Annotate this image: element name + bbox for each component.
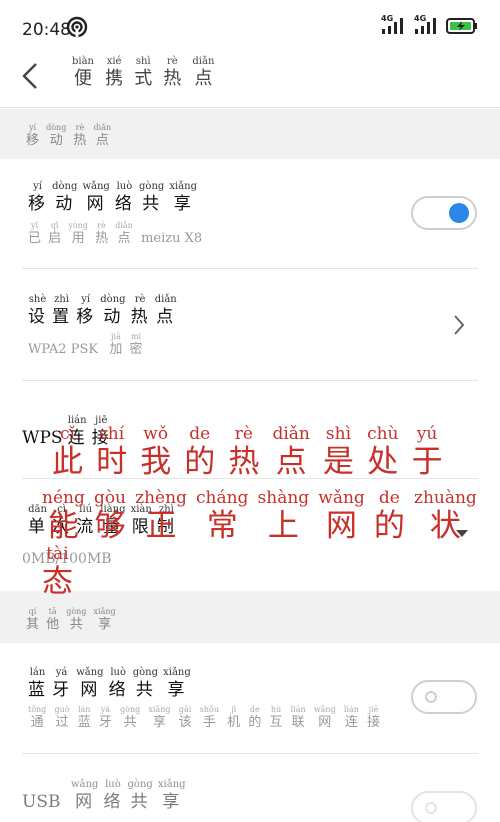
row-traffic-limit[interactable]: dān 单 cì 次 liú 流 liàng 量 xiàn 限 zhì 制 0MB/100M…	[0, 480, 500, 590]
mobile-hotspot-toggle[interactable]	[411, 196, 477, 230]
chevron-right-icon	[454, 315, 465, 335]
section-header-mobile-hotspot: yí 移 dòng 动 rè 热 diǎn 点	[0, 109, 500, 159]
row-title: dān 单 cì 次 liú 流 liàng 量 xiàn 限 zhì 制	[28, 504, 176, 537]
back-arrow-icon[interactable]	[18, 60, 46, 92]
divider	[22, 753, 478, 754]
dropdown-caret-icon[interactable]	[456, 530, 468, 537]
usb-sharing-toggle[interactable]	[411, 791, 477, 822]
toggle-knob	[425, 802, 437, 814]
page-title: biàn 便 xié 携 shì 式 rè 热 diǎn 点	[72, 56, 215, 89]
row-subtitle: WPA2 PSK jiā 加 mì 密	[28, 332, 143, 357]
row-subtitle: tōng 通 guò 过 lán 蓝 yá 牙 gòng 共 xiǎng 享 gāi 该 sh…	[28, 705, 381, 730]
row-bluetooth-sharing[interactable]: lán 蓝 yá 牙 wǎng 网 luò 络 gòng 共 xiǎng 享 tōng 通 g…	[0, 643, 500, 754]
row-wps-connect[interactable]: WPS lián 连 jiē 接	[0, 381, 500, 479]
signal-2-icon	[415, 18, 436, 34]
toggle-knob	[425, 691, 437, 703]
row-mobile-network-sharing[interactable]: yí 移 dòng 动 wǎng 网 luò 络 gòng 共 xiǎng 享 yǐ 已 qǐ…	[0, 159, 500, 269]
signal-1-icon	[382, 18, 403, 34]
hotspot-status-icon	[66, 16, 88, 38]
row-subtitle: yǐ 已 qǐ 启 yòng 用 rè 热 diǎn 点 meizu X8	[28, 221, 203, 246]
row-title: lán 蓝 yá 牙 wǎng 网 luò 络 gòng 共 xiǎng 享	[28, 667, 191, 700]
row-title: shè 设 zhì 置 yí 移 dòng 动 rè 热 diǎn 点	[28, 294, 177, 327]
battery-charging-icon	[446, 18, 477, 34]
divider	[22, 268, 478, 269]
section-label: qí 其 tā 他 gòng 共 xiǎng 享	[26, 607, 116, 632]
row-title: USB wǎng 网 luò 络 gòng 共 xiǎng 享	[22, 779, 186, 812]
status-time: 20:48	[22, 20, 71, 40]
row-title: WPS lián 连 jiē 接	[22, 415, 111, 448]
toggle-knob	[449, 203, 469, 223]
row-usb-sharing[interactable]: USB wǎng 网 luò 络 gòng 共 xiǎng 享	[0, 755, 500, 822]
divider	[22, 478, 478, 479]
bluetooth-sharing-toggle[interactable]	[411, 680, 477, 714]
status-bar: 20:48 4G 4G	[0, 0, 500, 52]
app-bar: biàn 便 xié 携 shì 式 rè 热 diǎn 点	[0, 52, 500, 108]
row-setup-hotspot[interactable]: shè 设 zhì 置 yí 移 dòng 动 rè 热 diǎn 点 WPA2 PSK j…	[0, 270, 500, 381]
row-title: yí 移 dòng 动 wǎng 网 luò 络 gòng 共 xiǎng 享	[28, 181, 198, 214]
traffic-limit-value: 0MB/100MB	[22, 551, 112, 567]
section-header-other-sharing: qí 其 tā 他 gòng 共 xiǎng 享	[0, 591, 500, 643]
section-label: yí 移 dòng 动 rè 热 diǎn 点	[26, 123, 112, 148]
